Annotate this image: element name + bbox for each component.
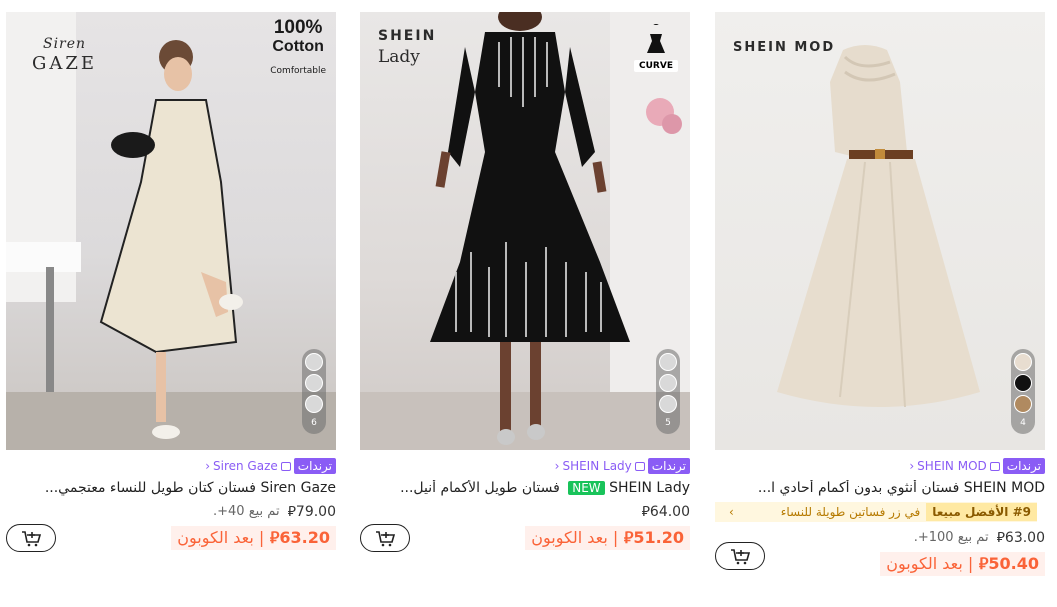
product-title[interactable]: NEW SHEIN Lady فستان طويل الأكمام أنيل..… — [360, 480, 690, 496]
new-badge: NEW — [568, 481, 605, 495]
brand-logo-line-1: Siren — [42, 36, 87, 52]
color-swatch[interactable] — [659, 353, 677, 371]
store-name: SHEIN Lady — [562, 459, 632, 473]
coupon-price-value: 51.20 — [633, 528, 684, 547]
add-to-cart-button[interactable] — [360, 524, 410, 552]
coupon-price: ⃁63.20 | بعد الكوبون — [171, 526, 336, 550]
cotton-badge: 100% Cotton Comfortable — [270, 17, 326, 77]
trend-tag: ترندات — [293, 458, 336, 474]
price-row: ⃁64.00 — [360, 502, 690, 520]
coupon-price-value: 50.40 — [988, 554, 1039, 573]
color-swatch[interactable] — [305, 353, 323, 371]
product-title[interactable]: Siren Gaze فستان كتان طويل للنساء معتجمي… — [6, 480, 336, 496]
original-price: ⃁63.00 — [997, 528, 1045, 546]
trend-row[interactable]: ترندات SHEIN MOD ‹ — [715, 458, 1045, 474]
store-link[interactable]: SHEIN Lady ‹ — [555, 459, 645, 473]
product-card[interactable]: SHEIN MOD 4 ترندات SHEIN MOD ‹ SHEIN MOD… — [715, 12, 1045, 582]
store-icon — [989, 461, 1000, 471]
curve-label: CURVE — [634, 60, 678, 72]
model-photo — [360, 12, 690, 450]
currency-symbol: ⃁ — [978, 554, 989, 573]
product-card[interactable]: Siren GAZE 100% Cotton Comfortable 6 ترن… — [6, 12, 336, 556]
best-seller-banner[interactable]: #9 الأفضل مبيعا في زر فساتين طويلة للنسا… — [715, 502, 1037, 522]
brand-logo-line-1: SHEIN — [378, 28, 437, 44]
color-swatch[interactable] — [1014, 374, 1032, 392]
coupon-price: ⃁51.20 | بعد الكوبون — [525, 526, 690, 550]
add-to-cart-button[interactable] — [715, 542, 765, 570]
original-price: ⃁64.00 — [642, 502, 690, 520]
color-swatches[interactable]: 5 — [656, 349, 680, 434]
cotton-percent: 100% — [273, 17, 323, 38]
coupon-price-value: 63.20 — [279, 528, 330, 547]
color-swatch[interactable] — [659, 374, 677, 392]
store-link[interactable]: SHEIN MOD ‹ — [909, 459, 1000, 473]
cotton-word: Cotton — [272, 38, 324, 55]
currency-symbol: ⃁ — [641, 504, 650, 520]
store-icon — [634, 461, 645, 471]
currency-symbol: ⃁ — [623, 528, 634, 547]
store-icon — [280, 461, 291, 471]
currency-symbol: ⃁ — [287, 504, 296, 520]
store-name: Siren Gaze — [213, 459, 278, 473]
swatch-count: 4 — [1020, 418, 1026, 428]
color-swatch[interactable] — [305, 374, 323, 392]
cart-plus-icon — [376, 531, 396, 547]
coupon-suffix: | بعد الكوبون — [531, 528, 619, 547]
brand-logo-line-2: GAZE — [32, 53, 98, 74]
model-photo — [6, 12, 336, 450]
swatch-count: 5 — [665, 418, 671, 428]
chevron-right-icon: › — [729, 505, 734, 519]
original-price-value: 63.00 — [1004, 530, 1045, 546]
store-link[interactable]: Siren Gaze ‹ — [205, 459, 291, 473]
trend-tag: ترندات — [1002, 458, 1045, 474]
trend-row[interactable]: ترندات SHEIN Lady ‹ — [360, 458, 690, 474]
trend-tag: ترندات — [647, 458, 690, 474]
color-swatch[interactable] — [305, 395, 323, 413]
price-row: ⃁79.00 تم بيع 40+. — [6, 502, 336, 521]
color-swatch[interactable] — [1014, 353, 1032, 371]
curve-badge: CURVE — [634, 17, 678, 72]
best-seller-category: في زر فساتين طويلة للنساء — [780, 505, 921, 519]
swatch-count: 6 — [311, 418, 317, 428]
cart-plus-icon — [731, 549, 751, 565]
original-price-value: 64.00 — [649, 504, 690, 520]
store-name: SHEIN MOD — [917, 459, 987, 473]
color-swatches[interactable]: 6 — [302, 349, 326, 434]
original-price-value: 79.00 — [295, 504, 336, 520]
comfortable-label: Comfortable — [270, 66, 326, 76]
product-image[interactable]: SHEIN MOD 4 — [715, 12, 1045, 450]
product-title-text: SHEIN Lady فستان طويل الأكمام أنيل... — [400, 480, 690, 496]
product-image[interactable]: SHEIN Lady CURVE 5 — [360, 12, 690, 450]
coupon-suffix: | بعد الكوبون — [886, 554, 974, 573]
currency-symbol: ⃁ — [269, 528, 280, 547]
add-to-cart-button[interactable] — [6, 524, 56, 552]
color-swatch[interactable] — [659, 395, 677, 413]
cart-plus-icon — [22, 531, 42, 547]
currency-symbol: ⃁ — [996, 530, 1005, 546]
chevron-left-icon: ‹ — [554, 459, 560, 473]
color-swatch[interactable] — [1014, 395, 1032, 413]
price-row: ⃁63.00 تم بيع 100+. — [715, 528, 1045, 547]
original-price: ⃁79.00 — [288, 502, 336, 520]
brand-logo: Siren GAZE — [32, 34, 97, 74]
chevron-left-icon: ‹ — [909, 459, 915, 473]
sold-count: تم بيع 40+. — [213, 503, 280, 519]
product-image[interactable]: Siren GAZE 100% Cotton Comfortable 6 — [6, 12, 336, 450]
trend-row[interactable]: ترندات Siren Gaze ‹ — [6, 458, 336, 474]
product-title[interactable]: SHEIN MOD فستان أنثوي بدون أكمام أحادي ا… — [715, 480, 1045, 496]
coupon-suffix: | بعد الكوبون — [177, 528, 265, 547]
color-swatches[interactable]: 4 — [1011, 349, 1035, 434]
curve-silhouette-icon — [647, 17, 665, 53]
product-photo — [777, 45, 980, 408]
chevron-left-icon: ‹ — [205, 459, 210, 473]
best-seller-rank: #9 الأفضل مبيعا — [926, 503, 1037, 521]
brand-logo: SHEIN Lady — [378, 28, 436, 67]
brand-logo-line-2: Lady — [378, 47, 420, 67]
sold-count: تم بيع 100+. — [913, 529, 989, 545]
brand-logo: SHEIN MOD — [733, 40, 836, 55]
coupon-price: ⃁50.40 | بعد الكوبون — [880, 552, 1045, 576]
product-card[interactable]: SHEIN Lady CURVE 5 ترندات SHEIN Lady ‹ N… — [360, 12, 690, 556]
